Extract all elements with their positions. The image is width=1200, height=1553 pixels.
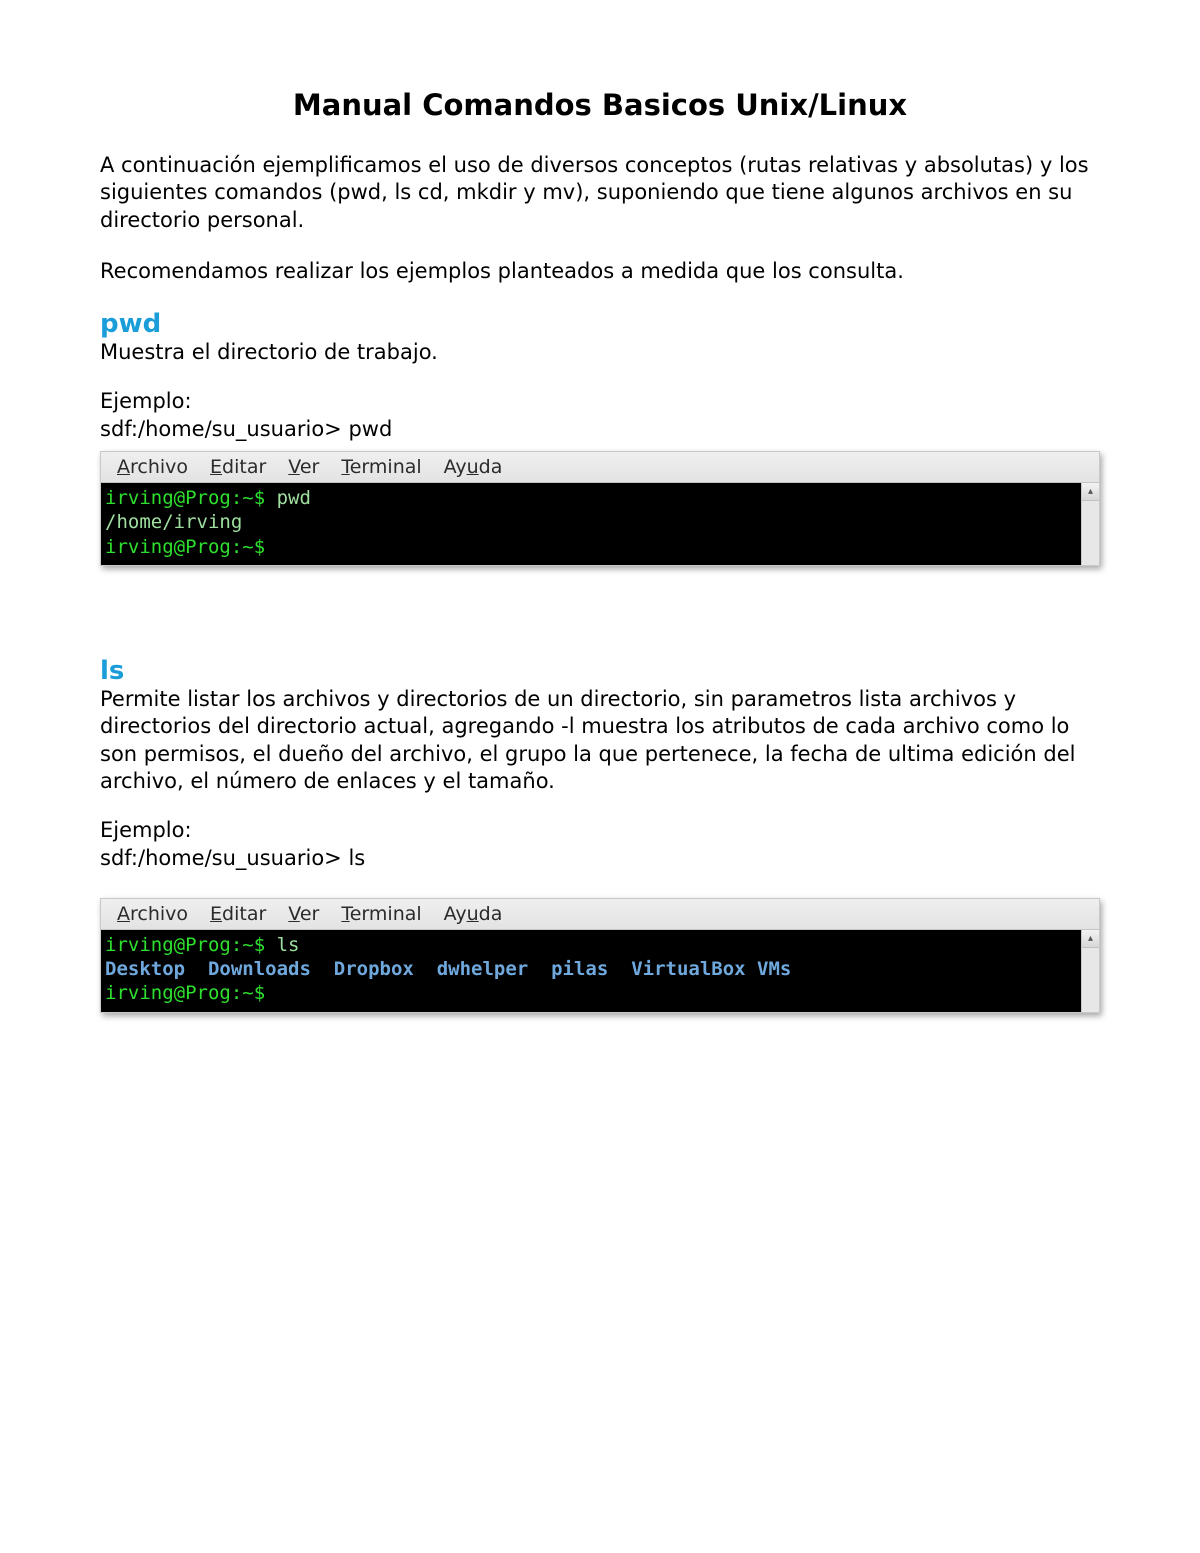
scroll-up-icon[interactable]: ▴ — [1082, 483, 1099, 501]
menu-terminal[interactable]: Terminal — [341, 903, 421, 925]
example-line-ls: sdf:/home/su_usuario> ls — [100, 845, 1100, 872]
document-page: Manual Comandos Basicos Unix/Linux A con… — [0, 0, 1200, 1157]
section-heading-ls: ls — [100, 656, 1100, 686]
section-desc-pwd: Muestra el directorio de trabajo. — [100, 339, 1100, 366]
example-line-pwd: sdf:/home/su_usuario> pwd — [100, 416, 1100, 443]
terminal-menubar: Archivo Editar Ver Terminal Ayuda — [101, 899, 1099, 930]
terminal-menubar: Archivo Editar Ver Terminal Ayuda — [101, 452, 1099, 483]
menu-ayuda[interactable]: Ayuda — [444, 456, 503, 478]
section-desc-ls: Permite listar los archivos y directorio… — [100, 686, 1100, 795]
terminal-body-pwd[interactable]: irving@Prog:~$ pwd /home/irving irving@P… — [101, 483, 1081, 565]
example-label-ls: Ejemplo: — [100, 817, 1100, 844]
menu-ver[interactable]: Ver — [288, 456, 319, 478]
intro-paragraph-1: A continuación ejemplificamos el uso de … — [100, 152, 1100, 234]
section-heading-pwd: pwd — [100, 309, 1100, 339]
terminal-window-ls: Archivo Editar Ver Terminal Ayuda irving… — [100, 898, 1100, 1013]
terminal-body-ls[interactable]: irving@Prog:~$ ls Desktop Downloads Drop… — [101, 930, 1081, 1012]
menu-archivo[interactable]: Archivo — [117, 456, 188, 478]
scroll-track[interactable] — [1082, 948, 1099, 1012]
menu-ayuda[interactable]: Ayuda — [444, 903, 503, 925]
scroll-up-icon[interactable]: ▴ — [1082, 930, 1099, 948]
page-title: Manual Comandos Basicos Unix/Linux — [100, 88, 1100, 122]
terminal-scrollbar[interactable]: ▴ — [1081, 483, 1099, 565]
menu-terminal[interactable]: Terminal — [341, 456, 421, 478]
scroll-track[interactable] — [1082, 501, 1099, 565]
terminal-scrollbar[interactable]: ▴ — [1081, 930, 1099, 1012]
terminal-window-pwd: Archivo Editar Ver Terminal Ayuda irving… — [100, 451, 1100, 566]
example-label-pwd: Ejemplo: — [100, 388, 1100, 415]
menu-editar[interactable]: Editar — [210, 456, 266, 478]
menu-editar[interactable]: Editar — [210, 903, 266, 925]
menu-archivo[interactable]: Archivo — [117, 903, 188, 925]
menu-ver[interactable]: Ver — [288, 903, 319, 925]
intro-paragraph-2: Recomendamos realizar los ejemplos plant… — [100, 258, 1100, 285]
